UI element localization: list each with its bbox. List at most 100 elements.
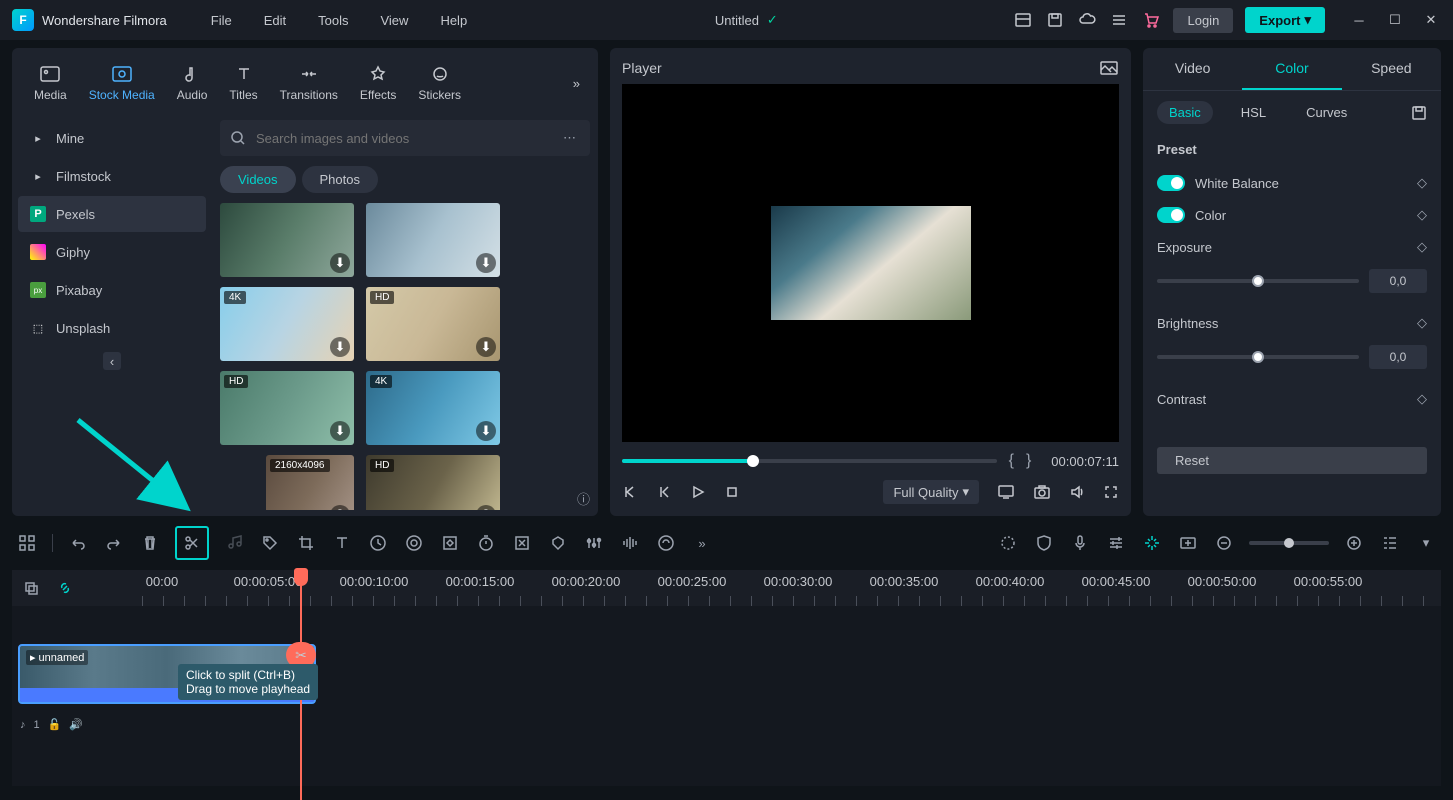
source-pixabay[interactable]: pxPixabay bbox=[18, 272, 206, 308]
prev-frame-icon[interactable] bbox=[622, 484, 638, 500]
brightness-value[interactable]: 0,0 bbox=[1369, 345, 1427, 369]
mark-out-icon[interactable]: } bbox=[1026, 452, 1031, 470]
close-icon[interactable]: ✕ bbox=[1421, 10, 1441, 30]
snapshot-icon[interactable] bbox=[1099, 60, 1119, 76]
mixer-icon[interactable] bbox=[1105, 532, 1127, 554]
tab-stickers[interactable]: Stickers bbox=[408, 58, 471, 108]
prop-tab-speed[interactable]: Speed bbox=[1342, 48, 1441, 90]
timeline-ruler[interactable]: 00:00 00:00:05:00 00:00:10:00 00:00:15:0… bbox=[12, 570, 1441, 606]
voiceover-icon[interactable] bbox=[655, 532, 677, 554]
tab-media[interactable]: Media bbox=[24, 58, 77, 108]
step-back-icon[interactable] bbox=[656, 484, 672, 500]
maximize-icon[interactable]: ☐ bbox=[1385, 10, 1405, 30]
volume-icon[interactable] bbox=[1069, 484, 1085, 500]
copy-icon[interactable] bbox=[20, 577, 42, 599]
keyframe-icon[interactable]: ◇ bbox=[1417, 175, 1427, 191]
crop-icon[interactable] bbox=[295, 532, 317, 554]
subtab-basic[interactable]: Basic bbox=[1157, 101, 1213, 124]
stock-thumbnail[interactable]: HD⬇ bbox=[366, 287, 500, 361]
stock-thumbnail[interactable]: ⬇ bbox=[366, 203, 500, 277]
link-icon[interactable] bbox=[54, 577, 76, 599]
lock-icon[interactable]: 🔓 bbox=[48, 718, 62, 731]
info-icon[interactable]: ⓘ bbox=[577, 489, 590, 508]
stock-thumbnail[interactable]: 4K⬇ bbox=[366, 371, 500, 445]
download-icon[interactable]: ⬇ bbox=[330, 505, 350, 510]
add-track-icon[interactable] bbox=[1177, 532, 1199, 554]
split-icon[interactable] bbox=[175, 526, 209, 560]
tag-icon[interactable] bbox=[259, 532, 281, 554]
keyframe-icon[interactable]: ◇ bbox=[1417, 391, 1427, 407]
minimize-icon[interactable]: ─ bbox=[1349, 10, 1369, 30]
brightness-slider[interactable] bbox=[1157, 355, 1359, 359]
stock-thumbnail[interactable]: HD⬇ bbox=[366, 455, 500, 510]
cloud-icon[interactable] bbox=[1077, 10, 1097, 30]
shield-icon[interactable] bbox=[1033, 532, 1055, 554]
mic-icon[interactable] bbox=[1069, 532, 1091, 554]
undo-icon[interactable] bbox=[67, 532, 89, 554]
keyframe-icon[interactable]: ◇ bbox=[1417, 239, 1427, 255]
more-tools-icon[interactable]: » bbox=[691, 532, 713, 554]
zoom-in-icon[interactable] bbox=[1343, 532, 1365, 554]
download-icon[interactable]: ⬇ bbox=[476, 253, 496, 273]
video-viewport[interactable] bbox=[622, 84, 1119, 442]
scrub-handle[interactable] bbox=[747, 455, 759, 467]
filter-videos[interactable]: Videos bbox=[220, 166, 296, 193]
prop-tab-color[interactable]: Color bbox=[1242, 48, 1341, 90]
download-icon[interactable]: ⬇ bbox=[476, 337, 496, 357]
exposure-value[interactable]: 0,0 bbox=[1369, 269, 1427, 293]
menu-help[interactable]: Help bbox=[428, 9, 479, 32]
fit-icon[interactable] bbox=[511, 532, 533, 554]
exposure-slider[interactable] bbox=[1157, 279, 1359, 283]
save-preset-icon[interactable] bbox=[1411, 105, 1427, 121]
save-icon[interactable] bbox=[1045, 10, 1065, 30]
wb-toggle[interactable] bbox=[1157, 175, 1185, 191]
view-mode-icon[interactable] bbox=[1379, 532, 1401, 554]
music-icon[interactable] bbox=[223, 532, 245, 554]
quality-select[interactable]: Full Quality▾ bbox=[883, 480, 979, 504]
audio-wave-icon[interactable] bbox=[619, 532, 641, 554]
slider-handle[interactable] bbox=[1252, 351, 1264, 363]
play-icon[interactable] bbox=[690, 484, 706, 500]
menu-lines-icon[interactable] bbox=[1109, 10, 1129, 30]
filter-photos[interactable]: Photos bbox=[302, 166, 378, 193]
scrub-bar[interactable] bbox=[622, 459, 997, 463]
collapse-sidebar-icon[interactable]: ‹ bbox=[103, 352, 121, 370]
tab-titles[interactable]: Titles bbox=[219, 58, 267, 108]
download-icon[interactable]: ⬇ bbox=[476, 505, 496, 510]
keyframe-tool-icon[interactable] bbox=[439, 532, 461, 554]
download-icon[interactable]: ⬇ bbox=[476, 421, 496, 441]
color-toggle[interactable] bbox=[1157, 207, 1185, 223]
source-mine[interactable]: ▸Mine bbox=[18, 120, 206, 156]
view-dropdown-icon[interactable]: ▾ bbox=[1415, 532, 1437, 554]
adjust-icon[interactable] bbox=[583, 532, 605, 554]
menu-view[interactable]: View bbox=[368, 9, 420, 32]
download-icon[interactable]: ⬇ bbox=[330, 421, 350, 441]
source-filmstock[interactable]: ▸Filmstock bbox=[18, 158, 206, 194]
login-button[interactable]: Login bbox=[1173, 8, 1233, 33]
mark-in-icon[interactable]: { bbox=[1009, 452, 1014, 470]
subtab-curves[interactable]: Curves bbox=[1294, 101, 1359, 124]
search-more-icon[interactable]: ⋯ bbox=[559, 126, 580, 150]
expand-tabs-icon[interactable]: » bbox=[567, 70, 586, 97]
tab-audio[interactable]: Audio bbox=[167, 58, 218, 108]
fullscreen-icon[interactable] bbox=[1103, 484, 1119, 500]
marker-dot-icon[interactable] bbox=[997, 532, 1019, 554]
subtab-hsl[interactable]: HSL bbox=[1229, 101, 1278, 124]
redo-icon[interactable] bbox=[103, 532, 125, 554]
stock-thumbnail[interactable]: HD⬇ bbox=[220, 371, 354, 445]
stock-thumbnail[interactable]: 2160x4096⬇ bbox=[266, 455, 354, 510]
zoom-out-icon[interactable] bbox=[1213, 532, 1235, 554]
keyframe-icon[interactable]: ◇ bbox=[1417, 315, 1427, 331]
slider-handle[interactable] bbox=[1252, 275, 1264, 287]
menu-tools[interactable]: Tools bbox=[306, 9, 360, 32]
tab-stock-media[interactable]: Stock Media bbox=[79, 58, 165, 108]
stock-thumbnail[interactable]: 4K⬇ bbox=[220, 287, 354, 361]
layout-icon[interactable] bbox=[1013, 10, 1033, 30]
grid-icon[interactable] bbox=[16, 532, 38, 554]
mute-icon[interactable]: 🔊 bbox=[69, 718, 83, 731]
snap-icon[interactable] bbox=[1141, 532, 1163, 554]
source-unsplash[interactable]: ⬚Unsplash bbox=[18, 310, 206, 346]
menu-edit[interactable]: Edit bbox=[252, 9, 298, 32]
tab-effects[interactable]: Effects bbox=[350, 58, 406, 108]
search-input[interactable] bbox=[256, 131, 549, 146]
